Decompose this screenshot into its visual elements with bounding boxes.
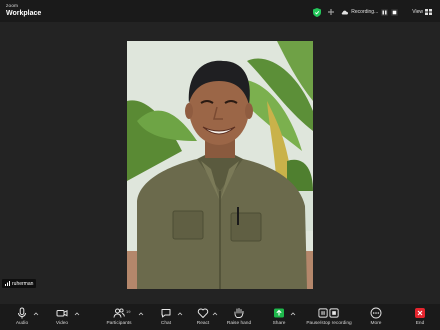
participant-video-image [127,41,313,289]
grid-view-icon [425,9,432,15]
participant-video[interactable] [127,41,313,289]
share-label: Share [272,321,286,326]
end-call-icon [415,308,425,318]
pause-icon [382,10,387,14]
share-options-chevron-icon[interactable] [290,311,296,317]
video-camera-icon [56,309,68,317]
audio-label: Audio [15,321,29,326]
react-label: React [196,321,210,326]
participant-name-tag: ruherman [2,279,37,288]
recording-status-text: Recording... [351,9,379,15]
stop-icon [392,10,397,14]
zoom-workplace-logo: zoom Workplace [6,3,42,17]
pause-stop-recording-button[interactable]: Pause/stop recording [304,307,354,329]
meeting-toolbar: Audio Video Participants 19 Chat React R… [0,304,440,330]
more-options-icon [370,307,382,319]
heart-icon [197,308,209,318]
more-label: More [370,321,382,326]
brand-big-text: Workplace [6,9,42,17]
network-icon[interactable] [327,8,335,16]
microphone-icon [18,307,26,319]
brand-small-text: zoom [6,3,19,8]
participants-options-chevron-icon[interactable] [138,311,144,317]
raise-hand-label: Raise hand [226,321,252,326]
video-options-chevron-icon[interactable] [74,311,80,317]
pause-recording-button[interactable] [381,8,389,16]
participants-icon [113,308,125,318]
chat-label: Chat [160,321,172,326]
share-screen-icon [274,308,284,318]
encryption-shield-icon[interactable] [313,7,322,17]
view-button[interactable]: View [412,9,432,15]
signal-strength-icon [5,281,10,286]
pause-stop-recording-label: Pause/stop recording [306,321,352,326]
view-label: View [412,9,423,15]
participants-button[interactable]: Participants [99,307,139,329]
audio-options-chevron-icon[interactable] [33,311,39,317]
cloud-recording-icon [342,10,349,15]
recording-indicator: Recording... [341,8,399,16]
meeting-status-area: Recording... View [313,6,432,18]
stop-recording-button[interactable] [391,8,399,16]
top-bar: zoom Workplace Recording... View [0,0,440,22]
video-stage: ruherman [0,22,440,304]
pause-stop-recording-icon [318,308,339,318]
more-button[interactable]: More [356,307,396,329]
react-options-chevron-icon[interactable] [212,311,218,317]
raise-hand-icon [234,308,244,318]
video-label: Video [55,321,69,326]
participants-count-badge: 19 [126,309,131,314]
raise-hand-button[interactable]: Raise hand [219,307,259,329]
end-meeting-button[interactable]: End [400,307,440,329]
end-label: End [415,321,425,326]
participant-name: ruherman [12,280,34,287]
participants-label: Participants [106,321,132,326]
chat-bubble-icon [161,309,171,318]
